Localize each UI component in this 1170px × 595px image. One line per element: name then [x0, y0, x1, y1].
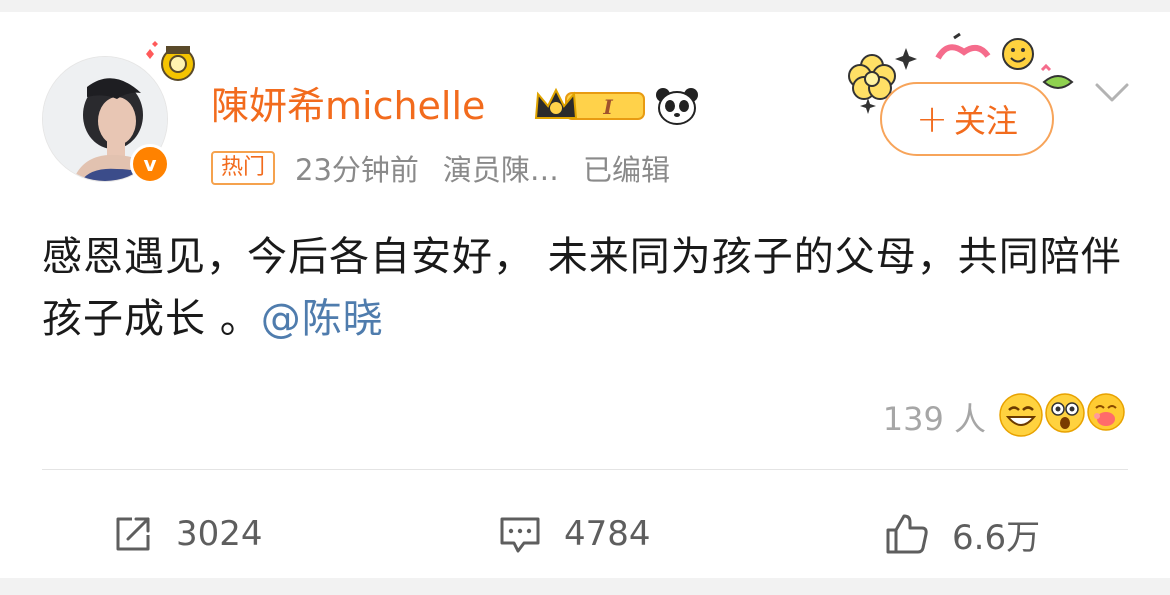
verified-badge-icon: v [130, 144, 170, 184]
mention-link[interactable]: @陈晓 [261, 296, 384, 342]
vip-crown-badge-icon[interactable]: I [532, 84, 648, 128]
post-text-main: 感恩遇见，今后各自安好， 未来同为孩子的父母，共同陪伴孩子成长 。 [42, 234, 1122, 342]
hot-tag[interactable]: 热门 [211, 151, 276, 185]
comment-icon [500, 517, 540, 553]
avatar-container[interactable]: v [42, 41, 195, 184]
repost-count: 3024 [176, 514, 263, 554]
vip-level-label: I [602, 95, 613, 119]
follow-button-label: 关注 [953, 102, 1018, 140]
surprised-emoji-icon [1045, 393, 1085, 433]
post-time: 23分钟前 [295, 153, 419, 187]
avatar-pendant-icon [146, 41, 195, 81]
like-button[interactable]: 6.6万 [884, 506, 1040, 562]
grinning-emoji-icon [999, 393, 1043, 437]
weibo-post-card: v 陳妍希michelle I 热门 23分钟前 演员陳… 已编辑 + 关注 感… [0, 12, 1170, 578]
edited-label[interactable]: 已编辑 [583, 147, 670, 189]
username[interactable]: 陳妍希michelle [211, 82, 485, 130]
post-meta-row: 热门 23分钟前 演员陳… 已编辑 [211, 147, 670, 189]
comment-button[interactable]: 4784 [498, 506, 651, 562]
repost-icon [116, 517, 150, 551]
reaction-emoji-stack [998, 390, 1128, 444]
chevron-down-icon[interactable] [1093, 76, 1131, 108]
reaction-count: 139 人 [882, 400, 986, 438]
repost-button[interactable]: 3024 [112, 506, 263, 562]
post-text: 感恩遇见，今后各自安好， 未来同为孩子的父母，共同陪伴孩子成长 。@陈晓 [42, 226, 1132, 350]
post-source: 演员陳… [442, 153, 559, 187]
plus-icon: + [916, 97, 948, 141]
comment-count: 4784 [564, 514, 651, 554]
divider [42, 469, 1128, 470]
follow-button[interactable]: + 关注 [880, 82, 1054, 156]
reactions-summary[interactable]: 139 人 [883, 390, 1128, 444]
panda-icon [656, 88, 698, 125]
thumbs-up-icon [886, 514, 928, 554]
like-count: 6.6万 [952, 517, 1041, 558]
kiss-emoji-icon [1087, 393, 1125, 431]
